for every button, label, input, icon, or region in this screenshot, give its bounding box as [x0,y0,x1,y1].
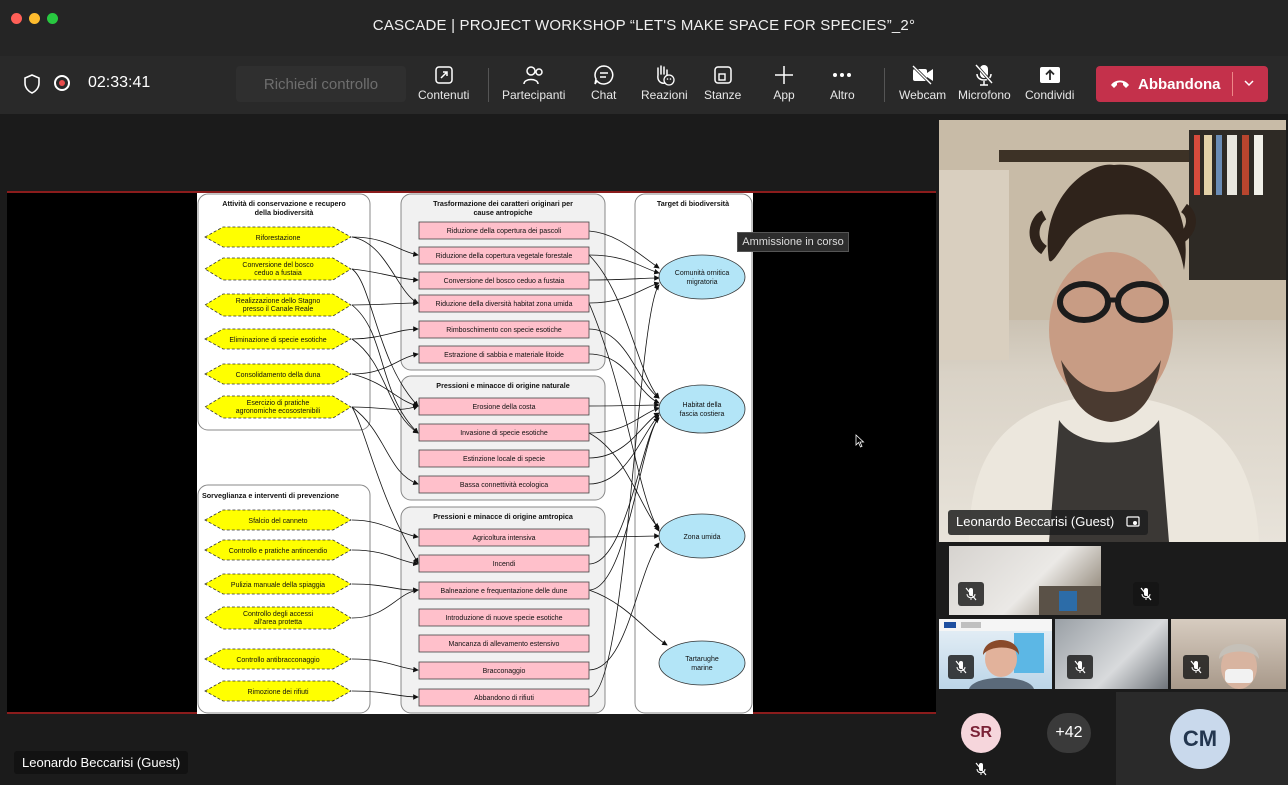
threat-item: Estinzione locale di specie [463,456,545,463]
threat-item: Invasione di specie esotiche [460,430,548,437]
action-item: Eliminazione di specie esotiche [229,337,326,344]
share-content-icon [434,62,454,88]
webcam-label: Webcam [899,88,947,102]
threat-item: Balneazione e frequentazione delle dune [441,588,568,595]
target-item: Zona umida [684,534,721,541]
people-icon [522,62,546,88]
share-screen-icon [1039,62,1061,88]
participant-avatar-cm[interactable]: CM [1170,709,1230,769]
mic-off-icon [1133,582,1159,606]
request-control-button[interactable]: Richiedi controllo [236,66,406,102]
reazioni-button[interactable]: Reazioni [641,62,688,108]
chat-button[interactable]: Chat [591,62,616,108]
phone-hangup-icon [1110,79,1130,89]
header-targets: Target di biodiversità [657,199,730,208]
more-participants-button[interactable]: +42 [1047,713,1091,753]
biodiversity-diagram: Attività di conservazione e recupero dell… [197,193,753,714]
prevention-item: Controllo e pratiche antincendio [229,548,328,555]
stanze-label: Stanze [704,88,742,102]
camera-off-icon [911,62,935,88]
chat-icon [593,62,615,88]
webcam-button[interactable]: Webcam [899,62,946,108]
threat-item: Erosione della costa [472,404,535,411]
action-item: Riforestazione [256,235,301,242]
title-bar: CASCADE | PROJECT WORKSHOP “LET'S MAKE S… [0,0,1288,56]
action-item: Realizzazione dello Stagno presso il Cana… [236,298,321,313]
mic-off-icon [974,62,994,88]
meeting-toolbar: 02:33:41 Richiedi controllo Contenuti Pa… [0,56,1288,114]
participant-video-tile[interactable] [949,546,1101,615]
stanze-button[interactable]: Stanze [704,62,741,108]
mic-off-icon [1183,655,1209,679]
partecipanti-label: Partecipanti [502,88,566,102]
microfono-button[interactable]: Microfono [958,62,1011,108]
rooms-icon [712,62,734,88]
mic-off-icon [958,582,984,606]
threat-item: Agricoltura intensiva [472,535,535,542]
toolbar-separator [884,68,885,102]
presenter-name-label: Leonardo Beccarisi (Guest) [14,751,189,774]
partecipanti-button[interactable]: Partecipanti [502,62,565,108]
prevention-item: Controllo antibracconaggio [236,657,319,664]
contenuti-button[interactable]: Contenuti [418,62,469,108]
speaker-video-frame [939,120,1286,542]
participant-video-tile[interactable] [1055,619,1168,689]
threat-item: Bassa connettività ecologica [460,482,548,489]
altro-label: Altro [830,88,855,102]
leave-button[interactable]: Abbandona [1096,66,1268,102]
meeting-timer: 02:33:41 [88,74,151,91]
chevron-down-icon[interactable] [1243,76,1255,94]
threat-item: Mancanza di allevamento estensivo [449,641,560,648]
contenuti-label: Contenuti [418,88,470,102]
threat-item: Conversione del bosco ceduo a fustaia [444,278,565,285]
main-speaker-name: Leonardo Beccarisi (Guest) [948,510,1148,535]
microfono-label: Microfono [958,88,1011,102]
threat-item: Riduzione della copertura vegetale fores… [436,253,573,260]
action-item: Esercizio di pratiche agronomiche ecosost… [236,400,321,415]
threat-item: Abbandono di rifiuti [474,695,534,702]
chat-label: Chat [591,88,617,102]
action-item: Consolidamento della duna [236,372,321,379]
raise-hand-icon [652,62,676,88]
leave-divider [1232,72,1233,96]
mic-off-icon [948,655,974,679]
threat-item: Rimboschimento con specie esotiche [446,327,562,334]
plus-icon [773,62,795,88]
more-icon [832,62,852,88]
leave-label: Abbandona [1138,75,1221,93]
window-title: CASCADE | PROJECT WORKSHOP “LET'S MAKE S… [372,17,916,34]
app-label: App [773,88,795,102]
header-anthropic-threats: Pressioni e minacce di origine amtropica [433,512,574,521]
participant-video-tile[interactable] [939,619,1052,689]
mic-off-icon [1067,655,1093,679]
threat-item: Introduzione di nuove specie esotiche [445,615,562,622]
shared-slide: Attività di conservazione e recupero dell… [197,193,753,714]
main-speaker-name-text: Leonardo Beccarisi (Guest) [956,514,1115,529]
recording-icon [54,75,70,91]
threat-item: Estrazione di sabbia e materiale litoide [444,352,564,359]
prevention-item: Sfalcio del canneto [248,518,307,525]
condividi-button[interactable]: Condividi [1025,62,1074,108]
threat-item: Riduzione della diversità habitat zona u… [436,301,573,308]
admission-tooltip: Ammissione in corso [737,232,849,252]
reazioni-label: Reazioni [641,88,688,102]
altro-button[interactable]: Altro [830,62,855,108]
participant-avatar-sr[interactable]: SR [961,713,1001,753]
prevention-item: Pulizia manuale della spiaggia [231,582,325,589]
threat-item: Incendi [493,561,516,568]
main-speaker-video[interactable]: Leonardo Beccarisi (Guest) [939,120,1286,542]
shield-icon[interactable] [24,74,40,99]
condividi-label: Condividi [1025,88,1075,102]
mic-off-icon [975,762,987,781]
threat-item: Bracconaggio [483,668,526,675]
mouse-cursor-icon [855,434,865,453]
screen-share-icon [1126,516,1140,531]
participant-video-tile[interactable] [1171,619,1286,689]
app-button[interactable]: App [773,62,795,108]
threat-item: Riduzione della copertura dei pascoli [447,228,562,235]
header-prevention: Sorveglianza e interventi di prevenzione [202,491,339,500]
prevention-item: Rimozione dei rifiuti [247,689,309,696]
header-natural-threats: Pressioni e minacce di origine naturale [436,381,569,390]
toolbar-separator [488,68,489,102]
